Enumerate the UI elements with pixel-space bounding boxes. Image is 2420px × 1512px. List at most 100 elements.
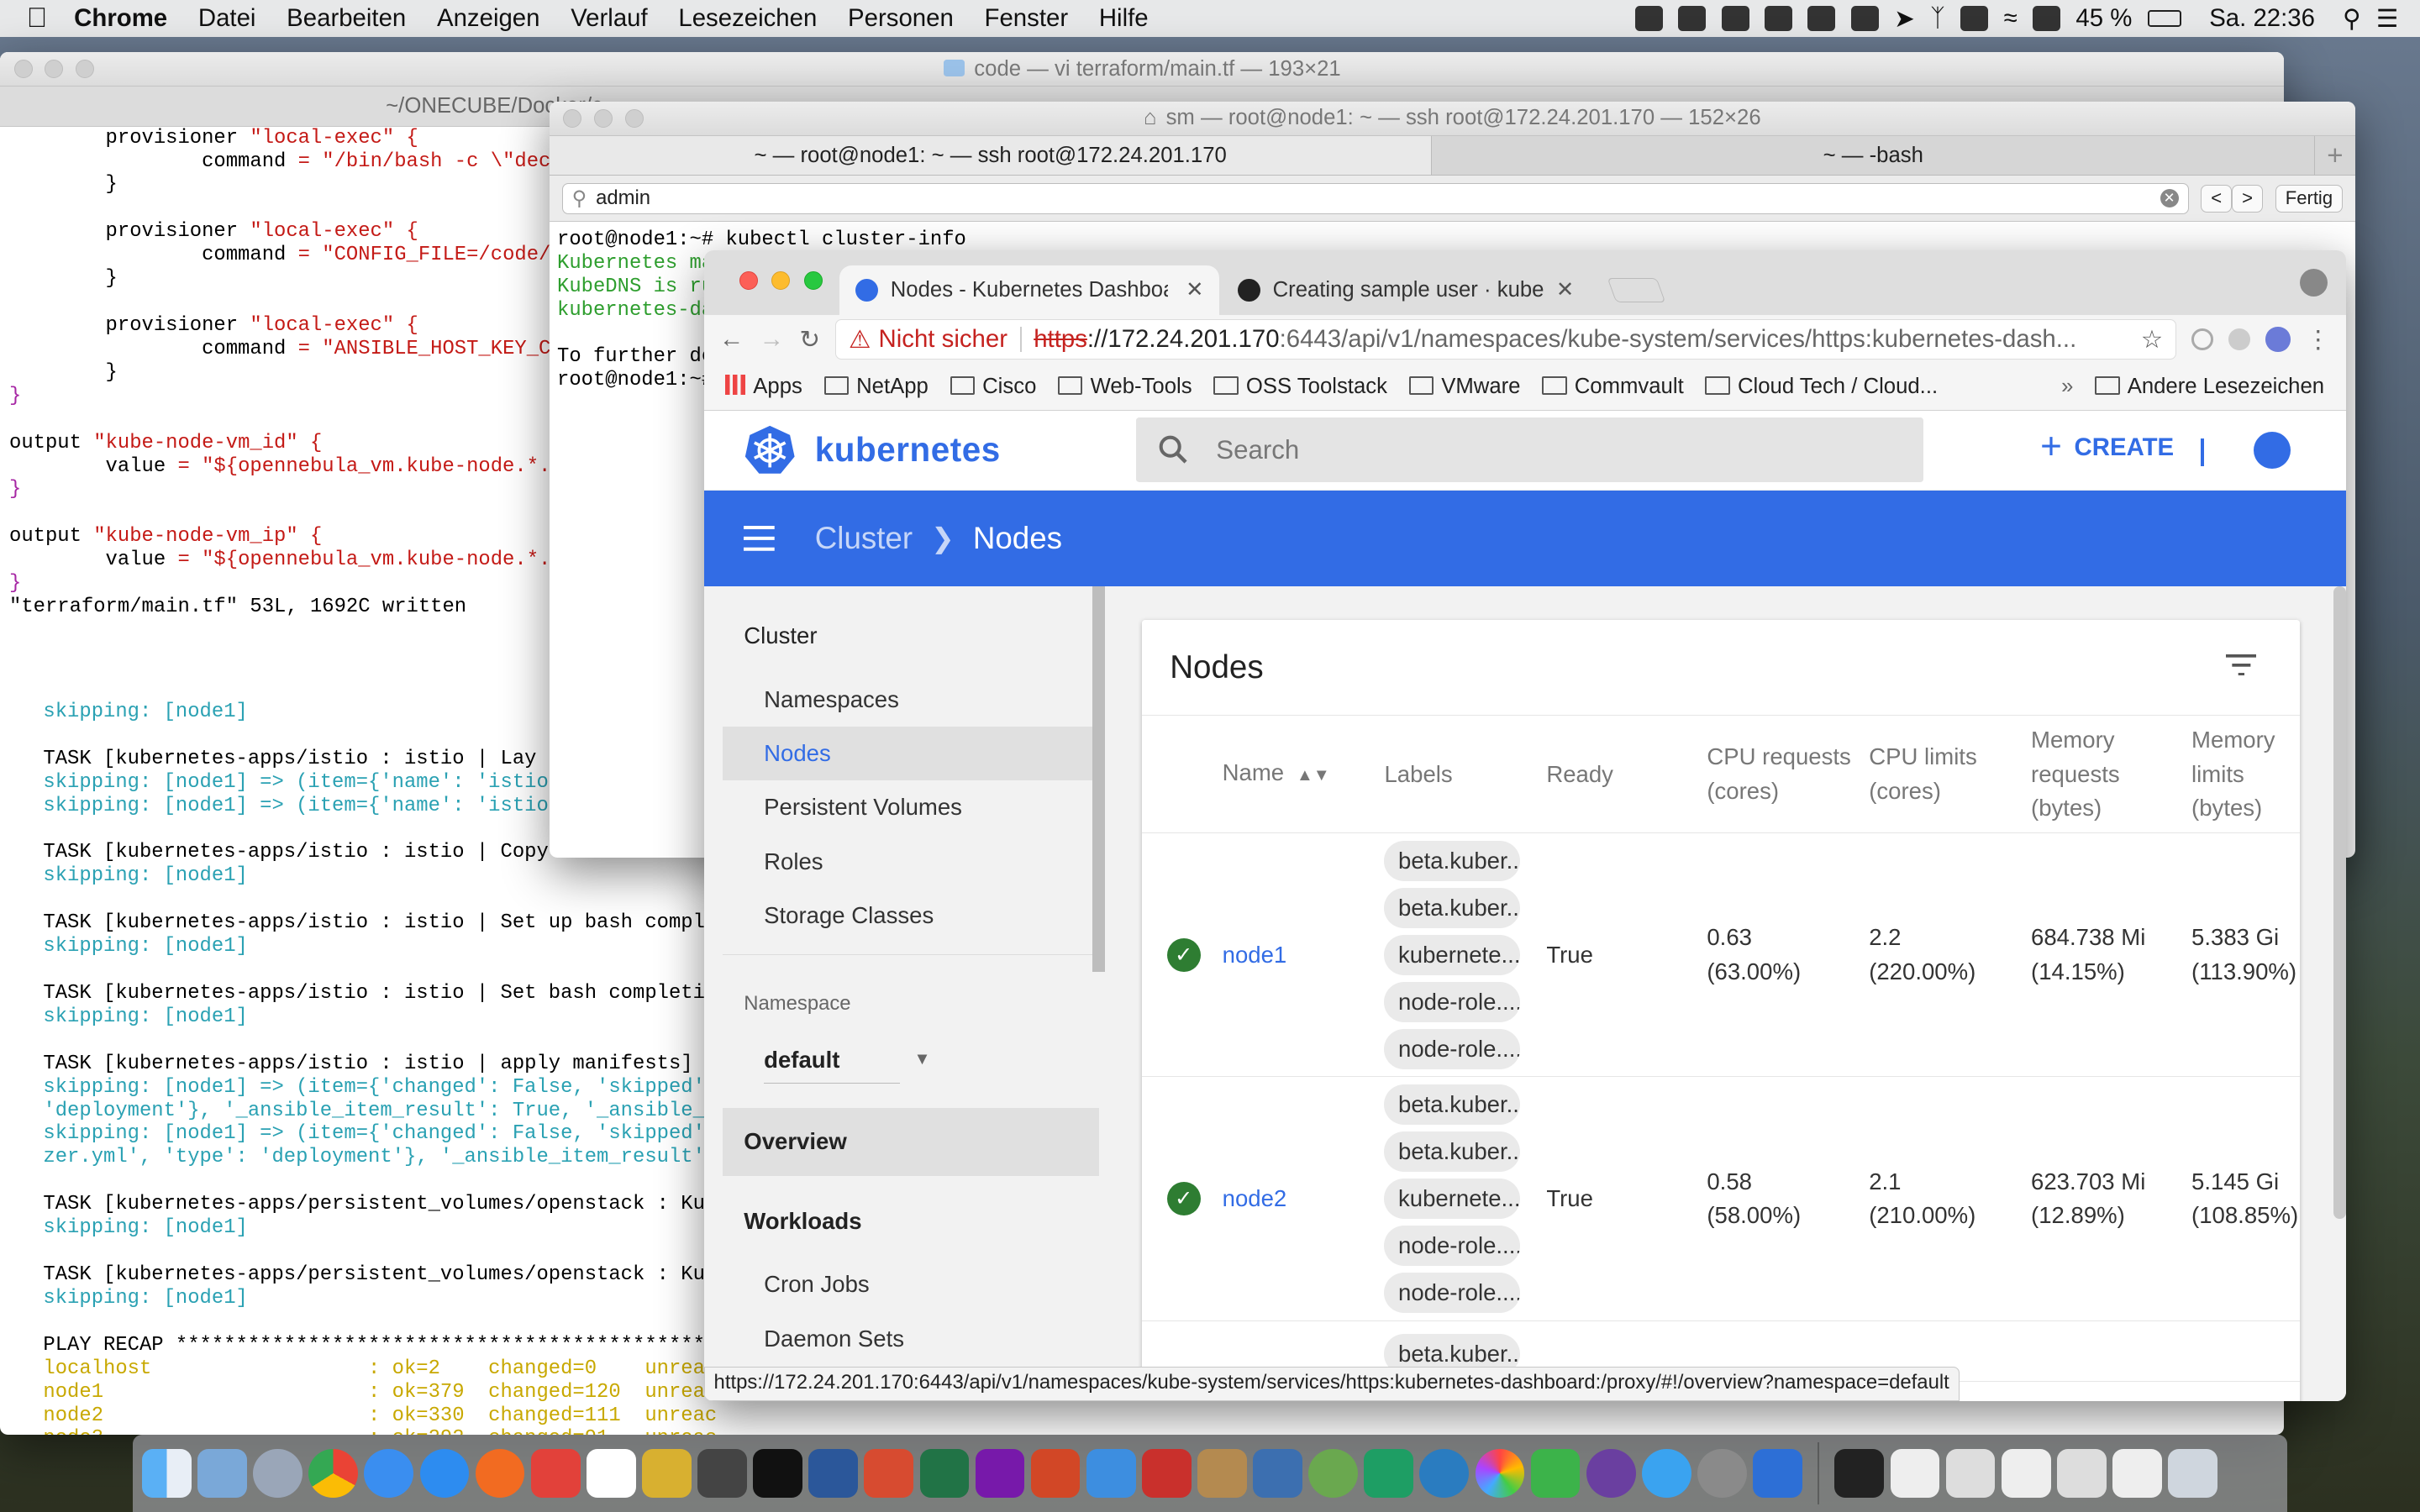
label-chip[interactable]: beta.kuber... bbox=[1384, 888, 1521, 928]
titlebar[interactable]: ⌂ sm — root@node1: ~ — ssh root@172.24.20… bbox=[549, 102, 2355, 136]
battery-percent[interactable]: 45 % bbox=[2075, 4, 2132, 33]
breadcrumb-cluster[interactable]: Cluster bbox=[815, 521, 913, 556]
books-icon[interactable] bbox=[1141, 1448, 1192, 1499]
tab-close-icon[interactable]: ✕ bbox=[1556, 277, 1575, 302]
tab-close-icon[interactable]: ✕ bbox=[1186, 277, 1204, 302]
bookmarks-overflow-icon[interactable]: » bbox=[2061, 375, 2073, 399]
bookmark-folder-vmware[interactable]: VMware bbox=[1408, 375, 1520, 399]
zoom-button[interactable] bbox=[75, 60, 94, 79]
terminal-icon[interactable] bbox=[753, 1448, 802, 1499]
bookmark-app-icon[interactable] bbox=[530, 1448, 581, 1499]
new-tab-button[interactable] bbox=[1607, 277, 1665, 302]
system-preferences-icon[interactable] bbox=[1697, 1448, 1747, 1499]
tab-kubernetes-dashboard[interactable]: Nodes - Kubernetes Dashboard ✕ bbox=[839, 265, 1219, 315]
network-icon[interactable] bbox=[1308, 1448, 1359, 1499]
kubernetes-logo[interactable]: kubernetes bbox=[704, 424, 1136, 476]
menu-bearbeiten[interactable]: Bearbeiten bbox=[287, 4, 406, 33]
bookmark-folder-oss-toolstack[interactable]: OSS Toolstack bbox=[1213, 375, 1387, 399]
extension-icon[interactable] bbox=[2265, 327, 2291, 352]
extension-icon[interactable] bbox=[2191, 328, 2213, 350]
clock[interactable]: Sa. 22:36 bbox=[2209, 4, 2315, 33]
label-chip[interactable]: kubernete... bbox=[1384, 935, 1521, 975]
label-chip[interactable]: beta.kuber... bbox=[1384, 1084, 1521, 1125]
filter-icon[interactable] bbox=[2225, 654, 2257, 676]
sidebar-section-cluster[interactable]: Cluster bbox=[723, 609, 1099, 663]
terminal-tab-ssh[interactable]: ~ — root@node1: ~ — ssh root@172.24.201.… bbox=[549, 135, 1433, 176]
trash-icon[interactable] bbox=[2168, 1448, 2217, 1499]
find-done-button[interactable]: Fertig bbox=[2275, 184, 2344, 213]
facetime-icon[interactable] bbox=[1530, 1448, 1581, 1499]
menu-app-chrome[interactable]: Chrome bbox=[74, 4, 167, 33]
photos-icon[interactable] bbox=[1475, 1448, 1525, 1499]
battery-icon[interactable] bbox=[2147, 9, 2182, 28]
minimized-window-icon[interactable] bbox=[1834, 1448, 1885, 1499]
menu-datei[interactable]: Datei bbox=[198, 4, 256, 33]
node-name-link[interactable]: node2 bbox=[1223, 1185, 1287, 1211]
security-indicator[interactable]: ⚠ Nicht sicher bbox=[849, 325, 1007, 354]
sidebar-item-storage-classes[interactable]: Storage Classes bbox=[723, 889, 1099, 942]
excel-icon[interactable] bbox=[919, 1448, 970, 1499]
clear-icon[interactable]: ✕ bbox=[2160, 189, 2179, 208]
chrome-menu-icon[interactable]: ⋮ bbox=[2306, 325, 2330, 354]
keyboard-icon[interactable] bbox=[1960, 6, 1989, 31]
docker-icon[interactable] bbox=[1721, 6, 1749, 31]
minimized-window-icon[interactable] bbox=[1890, 1448, 1940, 1499]
location-icon[interactable]: ➤ bbox=[1894, 4, 1915, 34]
minimized-window-icon[interactable] bbox=[1945, 1448, 1996, 1499]
address-bar[interactable]: ⚠ Nicht sicher https://172.24.201.170:644… bbox=[835, 319, 2176, 360]
label-chip[interactable]: node-role.... bbox=[1384, 982, 1521, 1022]
menu-hilfe[interactable]: Hilfe bbox=[1099, 4, 1149, 33]
sidebar-section-workloads[interactable]: Workloads bbox=[723, 1194, 1099, 1248]
powerpoint-icon[interactable] bbox=[1030, 1448, 1081, 1499]
vpn-icon[interactable] bbox=[1850, 6, 1879, 31]
menu-personen[interactable]: Personen bbox=[848, 4, 954, 33]
tab-creating-sample-user[interactable]: Creating sample user · kubernetes ✕ bbox=[1223, 265, 1590, 315]
archive-icon[interactable] bbox=[1197, 1448, 1247, 1499]
activity-icon[interactable] bbox=[1364, 1448, 1414, 1499]
globe-icon[interactable] bbox=[1419, 1448, 1470, 1499]
create-button[interactable]: + CREATE bbox=[2040, 428, 2174, 465]
sidebar-item-nodes[interactable]: Nodes bbox=[722, 727, 1099, 781]
preview-icon[interactable] bbox=[197, 1448, 247, 1499]
close-button[interactable] bbox=[739, 271, 758, 291]
extension-icon[interactable] bbox=[2228, 328, 2250, 350]
onenote-icon[interactable] bbox=[975, 1448, 1025, 1499]
sidebar-item-cron-jobs[interactable]: Cron Jobs bbox=[723, 1257, 1099, 1311]
vmware-icon[interactable] bbox=[1253, 1448, 1302, 1499]
sidebar-scrollbar[interactable] bbox=[1092, 585, 1106, 973]
terminal-tab-bash[interactable]: ~ — -bash bbox=[1432, 135, 2316, 176]
sidebar-item-daemon-sets[interactable]: Daemon Sets bbox=[723, 1312, 1099, 1366]
account-icon[interactable] bbox=[2253, 432, 2291, 470]
label-chip[interactable]: node-role.... bbox=[1384, 1226, 1521, 1266]
safari-icon[interactable] bbox=[364, 1448, 414, 1499]
bookmark-apps[interactable]: Apps bbox=[725, 374, 802, 399]
zoom-button[interactable] bbox=[803, 271, 823, 291]
minimized-window-icon[interactable] bbox=[2001, 1448, 2051, 1499]
sidebar-item-overview[interactable]: Overview bbox=[722, 1108, 1099, 1176]
minimize-button[interactable] bbox=[594, 108, 613, 128]
music-icon[interactable] bbox=[1753, 1448, 1802, 1499]
status-bookmark-icon[interactable] bbox=[1678, 6, 1707, 31]
minimized-window-icon[interactable] bbox=[2056, 1448, 2107, 1499]
bookmark-folder-cloud-tech[interactable]: Cloud Tech / Cloud... bbox=[1705, 375, 1938, 399]
new-tab-icon[interactable]: + bbox=[2315, 136, 2355, 176]
sidebar-item-roles[interactable]: Roles bbox=[723, 835, 1099, 889]
back-icon[interactable]: ← bbox=[719, 325, 744, 354]
status-app-icon[interactable] bbox=[1634, 6, 1663, 31]
keynote-icon[interactable] bbox=[1086, 1448, 1136, 1499]
drive-icon[interactable] bbox=[1764, 6, 1792, 31]
minimize-button[interactable] bbox=[45, 60, 64, 79]
forward-icon[interactable]: → bbox=[760, 325, 784, 354]
find-previous-button[interactable]: < bbox=[2201, 184, 2233, 213]
label-chip[interactable]: kubernete... bbox=[1384, 1179, 1521, 1219]
apple-menu-icon[interactable]:  bbox=[0, 3, 74, 34]
notification-center-icon[interactable]: ☰ bbox=[2376, 4, 2398, 34]
minimized-window-icon[interactable] bbox=[2112, 1448, 2162, 1499]
label-chip[interactable]: node-role.... bbox=[1384, 1029, 1521, 1069]
messages-icon[interactable] bbox=[1641, 1448, 1691, 1499]
profile-icon[interactable] bbox=[2299, 268, 2328, 297]
label-chip[interactable]: beta.kuber... bbox=[1384, 841, 1521, 881]
app-store-icon[interactable] bbox=[419, 1448, 470, 1499]
bookmark-folder-commvault[interactable]: Commvault bbox=[1542, 375, 1684, 399]
column-header-name[interactable]: Name ▲▼ bbox=[1222, 716, 1385, 834]
